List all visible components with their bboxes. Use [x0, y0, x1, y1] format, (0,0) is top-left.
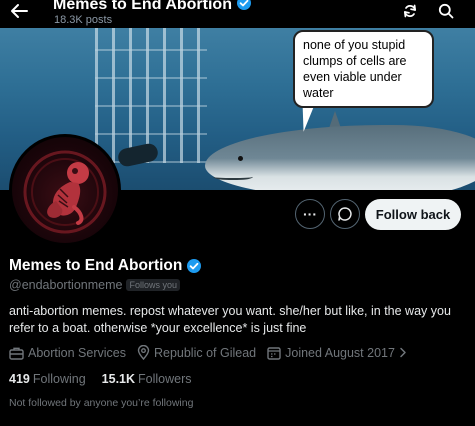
- follows-you-badge: Follows you: [126, 279, 180, 291]
- followers-you-know-note: Not followed by anyone you’re following: [9, 397, 194, 409]
- shark-cage-graphic: [95, 28, 207, 163]
- message-button[interactable]: [330, 199, 360, 229]
- speech-bubble: none of you stupid clumps of cells are e…: [293, 30, 434, 108]
- back-button[interactable]: [6, 0, 32, 22]
- message-icon: [338, 207, 352, 221]
- location-text: Republic of Gilead: [153, 345, 257, 360]
- location-item: Republic of Gilead: [137, 345, 256, 360]
- category-item[interactable]: Abortion Services: [9, 346, 126, 360]
- follow-stats: 419 Following 15.1K Followers: [9, 372, 192, 386]
- followers-link[interactable]: 15.1K Followers: [102, 372, 192, 386]
- verified-badge-icon: [187, 259, 202, 273]
- joined-item[interactable]: Joined August 2017: [267, 346, 407, 360]
- arrow-left-icon: [11, 4, 28, 18]
- refresh-button[interactable]: [398, 0, 422, 22]
- followers-count: 15.1K: [101, 372, 136, 386]
- header-title-text: Memes to End Abortion: [53, 0, 232, 13]
- profile-page: none of you stupid clumps of cells are e…: [0, 0, 475, 426]
- search-icon: [438, 3, 454, 19]
- fetus-illustration-image: [23, 150, 107, 234]
- more-options-button[interactable]: ···: [295, 199, 325, 229]
- more-icon: ···: [303, 206, 317, 222]
- verified-badge-icon: [237, 0, 252, 10]
- followers-label: Followers: [138, 372, 192, 386]
- posts-count: 18.3K posts: [54, 14, 113, 26]
- category-text: Abortion Services: [28, 345, 126, 360]
- search-button[interactable]: [434, 0, 458, 22]
- calendar-icon: [267, 346, 281, 360]
- shark-mouth-graphic: [213, 172, 253, 180]
- briefcase-icon: [9, 347, 24, 360]
- refresh-icon: [403, 4, 417, 18]
- profile-bio: anti-abortion memes. repost whatever you…: [9, 304, 451, 335]
- following-link[interactable]: 419 Following: [9, 372, 86, 386]
- display-name-text: Memes to End Abortion: [9, 257, 183, 274]
- follow-back-button[interactable]: Follow back: [365, 199, 461, 230]
- top-bar: Memes to End Abortion 18.3K posts: [0, 0, 475, 28]
- profile-meta: Abortion Services Republic of Gilead Joi…: [9, 345, 418, 360]
- profile-avatar[interactable]: [9, 134, 121, 246]
- following-label: Following: [32, 372, 86, 386]
- shark-eye-graphic: [238, 156, 243, 161]
- speech-bubble-text: none of you stupid clumps of cells are e…: [303, 38, 407, 100]
- profile-handle: @endabortionmeme: [9, 278, 123, 292]
- chevron-right-icon: [400, 347, 406, 358]
- following-count: 419: [9, 372, 30, 386]
- display-name: Memes to End Abortion: [9, 257, 202, 275]
- location-pin-icon: [137, 345, 150, 360]
- handle-row: @endabortionmeme Follows you: [9, 278, 180, 292]
- shark-graphic: [205, 125, 475, 190]
- header-title: Memes to End Abortion: [53, 0, 252, 14]
- joined-text: Joined August 2017: [285, 345, 395, 360]
